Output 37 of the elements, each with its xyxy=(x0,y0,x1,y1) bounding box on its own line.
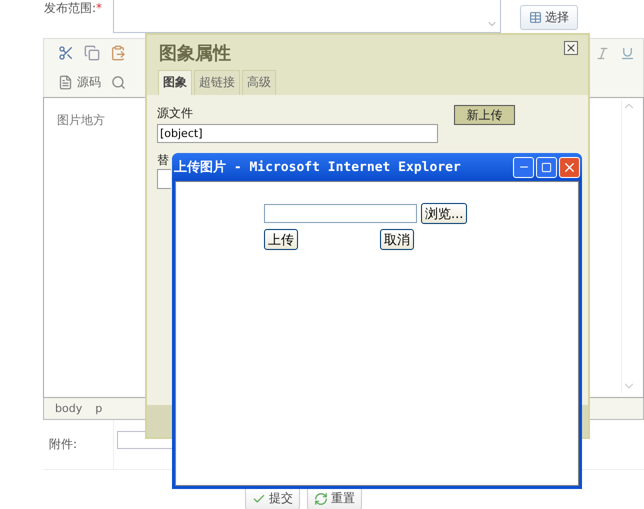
close-button[interactable] xyxy=(564,41,578,55)
dialog-title: 图象属性 xyxy=(159,42,231,66)
reset-button[interactable]: 重置 xyxy=(307,487,362,509)
copy-icon[interactable] xyxy=(84,45,100,62)
upload-button[interactable]: 新上传 xyxy=(454,105,515,125)
file-field[interactable] xyxy=(264,204,417,223)
tab[interactable]: 超链接 xyxy=(194,70,240,95)
paste-icon[interactable] xyxy=(110,45,126,62)
table-icon xyxy=(529,11,542,24)
refresh-icon xyxy=(314,492,328,506)
submit-button[interactable]: 提交 xyxy=(245,487,300,509)
path-item[interactable]: p xyxy=(95,402,102,415)
maximize-icon xyxy=(541,162,552,172)
alt-field[interactable] xyxy=(157,169,171,189)
field-label: 发布范围:* xyxy=(43,0,104,17)
upload-button[interactable]: 上传 xyxy=(264,229,298,250)
editor-text: 图片地方 xyxy=(57,112,105,129)
tab[interactable]: 高级 xyxy=(242,70,276,95)
underline-icon[interactable] xyxy=(620,46,635,61)
preview-icon[interactable] xyxy=(111,74,126,90)
field-label: 附件: xyxy=(43,420,114,469)
window-title: 上传图片 - Microsoft Internet Explorer xyxy=(174,159,461,176)
field-label: 源文件 xyxy=(157,105,194,122)
cancel-button[interactable]: 取消 xyxy=(380,229,414,250)
maximize-button[interactable] xyxy=(536,156,557,178)
italic-icon[interactable] xyxy=(595,46,610,61)
cut-icon[interactable] xyxy=(58,45,74,62)
source-button[interactable]: 源码 xyxy=(58,74,101,91)
tab[interactable]: 图象 xyxy=(158,70,192,95)
select-button[interactable]: 选择 xyxy=(520,5,578,30)
path-item[interactable]: body xyxy=(55,402,82,415)
close-icon xyxy=(565,42,577,54)
browse-button[interactable]: 浏览... xyxy=(421,203,468,224)
source-field[interactable]: [object] xyxy=(157,124,438,143)
field-label: 替 xyxy=(157,152,169,169)
document-icon xyxy=(58,74,73,90)
minimize-button[interactable] xyxy=(513,156,534,178)
